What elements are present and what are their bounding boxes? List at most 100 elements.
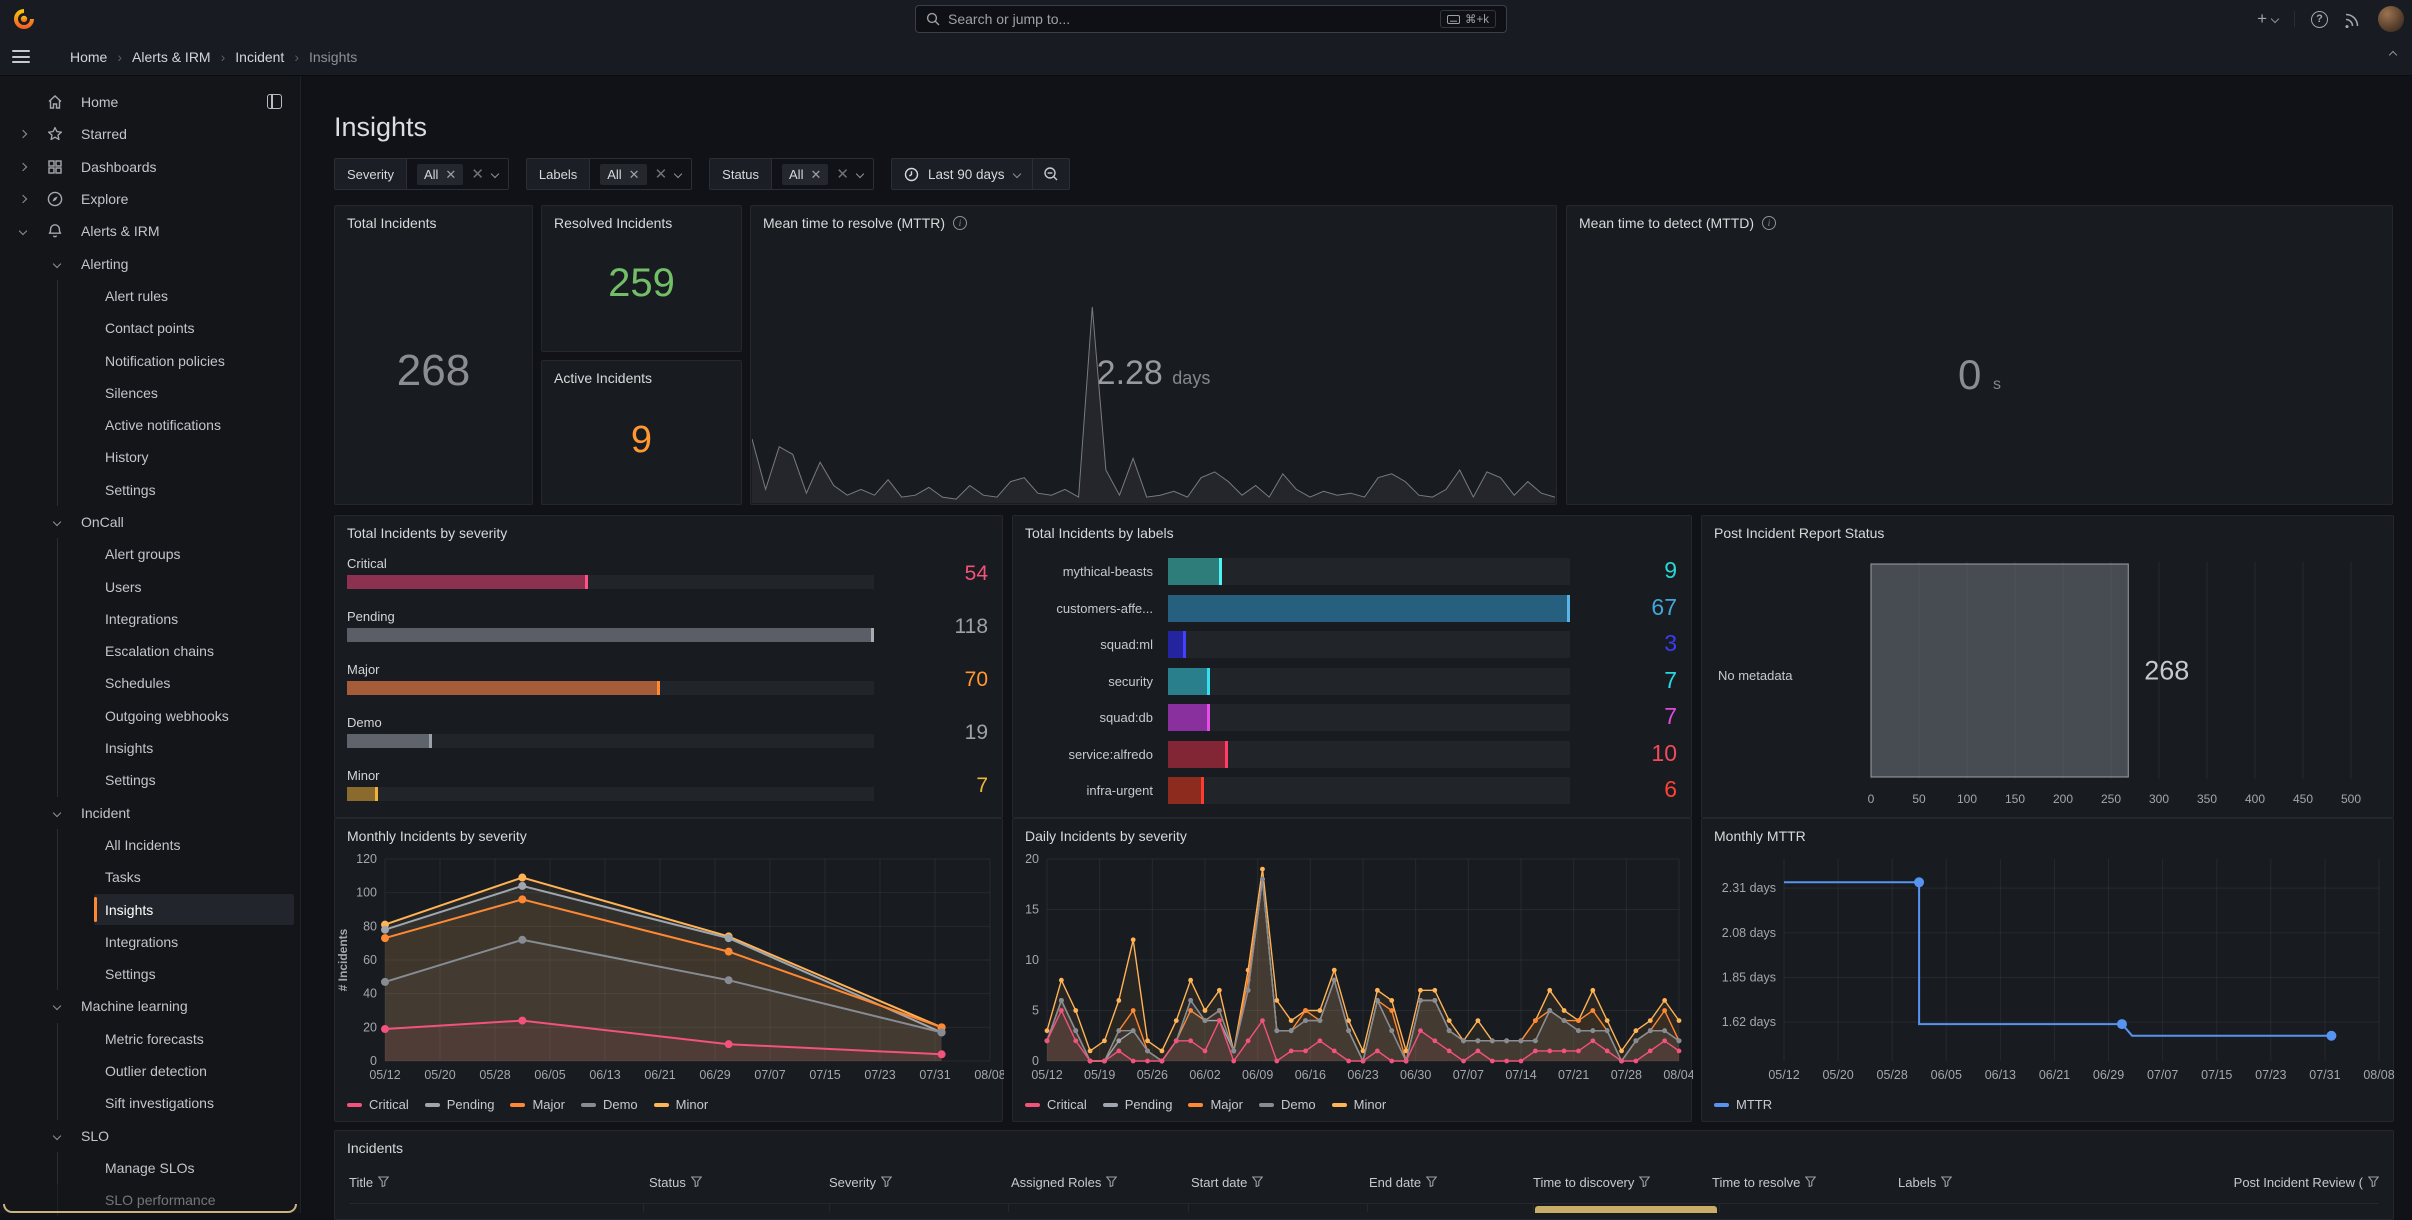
legend-item-mttr[interactable]: MTTR <box>1714 1097 1772 1112</box>
sidebar-item-incident[interactable]: Incident <box>0 797 300 829</box>
dock-menu-icon[interactable] <box>267 94 282 109</box>
sidebar-item-schedules[interactable]: Schedules <box>0 667 300 699</box>
filter-funnel-icon[interactable] <box>378 1175 389 1190</box>
sidebar-item-history[interactable]: History <box>0 441 300 473</box>
add-new-button[interactable]: + <box>2257 9 2278 29</box>
grafana-logo[interactable] <box>11 6 37 32</box>
sidebar-item-explore[interactable]: Explore <box>0 183 300 215</box>
chip-remove-icon[interactable]: ✕ <box>810 168 821 181</box>
filter-funnel-icon[interactable] <box>1639 1175 1650 1190</box>
filter-funnel-icon[interactable] <box>1106 1175 1117 1190</box>
filter-chip[interactable]: All✕ <box>417 164 463 185</box>
table-column-header-assigned-roles[interactable]: Assigned Roles <box>1011 1175 1191 1190</box>
table-column-header-title[interactable]: Title <box>349 1175 649 1190</box>
chevron-down-icon[interactable] <box>491 170 499 178</box>
panel-title[interactable]: Total Incidents <box>347 215 437 231</box>
sidebar-item-settings[interactable]: Settings <box>0 958 300 990</box>
sidebar-item-integrations[interactable]: Integrations <box>0 926 300 958</box>
news-rss-icon[interactable] <box>2344 10 2362 28</box>
collapse-up-icon[interactable] <box>2389 51 2397 59</box>
sidebar-item-integrations[interactable]: Integrations <box>0 603 300 635</box>
search-input[interactable]: Search or jump to... ⌘+k <box>915 5 1507 33</box>
sidebar-item-insights[interactable]: Insights <box>0 893 300 925</box>
legend-item-demo[interactable]: Demo <box>581 1097 638 1112</box>
sidebar-item-silences[interactable]: Silences <box>0 377 300 409</box>
table-column-header-labels[interactable]: Labels <box>1898 1175 2194 1190</box>
sidebar-item-alert-groups[interactable]: Alert groups <box>0 538 300 570</box>
filter-funnel-icon[interactable] <box>881 1175 892 1190</box>
sidebar-item-all-incidents[interactable]: All Incidents <box>0 829 300 861</box>
sidebar-item-metric-forecasts[interactable]: Metric forecasts <box>0 1023 300 1055</box>
sidebar-item-machine-learning[interactable]: Machine learning <box>0 990 300 1022</box>
sidebar-item-notification-policies[interactable]: Notification policies <box>0 344 300 376</box>
sidebar-item-active-notifications[interactable]: Active notifications <box>0 409 300 441</box>
filter-funnel-icon[interactable] <box>2368 1175 2379 1190</box>
filter-funnel-icon[interactable] <box>1426 1175 1437 1190</box>
filter-chip[interactable]: All✕ <box>600 164 646 185</box>
sidebar-item-users[interactable]: Users <box>0 570 300 602</box>
panel-title[interactable]: Total Incidents by severity <box>347 525 507 541</box>
sidebar-item-slo[interactable]: SLO <box>0 1120 300 1152</box>
panel-title[interactable]: Incidents <box>347 1140 403 1156</box>
sidebar-item-outlier-detection[interactable]: Outlier detection <box>0 1055 300 1087</box>
legend-item-critical[interactable]: Critical <box>1025 1097 1087 1112</box>
sidebar-item-dashboards[interactable]: Dashboards <box>0 151 300 183</box>
sidebar-item-tasks[interactable]: Tasks <box>0 861 300 893</box>
sidebar-item-settings[interactable]: Settings <box>0 764 300 796</box>
legend-item-major[interactable]: Major <box>1188 1097 1243 1112</box>
sidebar-item-contact-points[interactable]: Contact points <box>0 312 300 344</box>
filter-value[interactable]: All✕✕ <box>407 159 508 189</box>
time-range-button[interactable]: Last 90 days <box>892 159 1032 189</box>
panel-title[interactable]: Active Incidents <box>554 370 652 386</box>
breadcrumb-item[interactable]: Alerts & IRM <box>132 49 211 65</box>
sidebar-item-alerts-irm[interactable]: Alerts & IRM <box>0 215 300 247</box>
help-icon[interactable]: ? <box>2311 11 2328 28</box>
filter-chip[interactable]: All✕ <box>782 164 828 185</box>
info-icon[interactable]: i <box>1762 216 1776 230</box>
sidebar-item-insights[interactable]: Insights <box>0 732 300 764</box>
sidebar-item-outgoing-webhooks[interactable]: Outgoing webhooks <box>0 700 300 732</box>
panel-title[interactable]: Total Incidents by labels <box>1025 525 1174 541</box>
filter-value[interactable]: All✕ ✕ <box>590 159 691 189</box>
legend-item-minor[interactable]: Minor <box>1332 1097 1387 1112</box>
sidebar-item-home[interactable]: Home <box>0 86 300 118</box>
sidebar-item-manage-slos[interactable]: Manage SLOs <box>0 1152 300 1184</box>
filter-clear-icon[interactable]: ✕ <box>836 167 849 182</box>
user-avatar[interactable] <box>2378 6 2404 32</box>
legend-item-minor[interactable]: Minor <box>654 1097 709 1112</box>
legend-item-critical[interactable]: Critical <box>347 1097 409 1112</box>
sidebar-item-settings[interactable]: Settings <box>0 474 300 506</box>
sidebar-item-alert-rules[interactable]: Alert rules <box>0 280 300 312</box>
legend-item-pending[interactable]: Pending <box>1103 1097 1173 1112</box>
sidebar-item-alerting[interactable]: Alerting <box>0 247 300 279</box>
table-column-header-time-to-discovery[interactable]: Time to discovery <box>1533 1175 1712 1190</box>
chip-remove-icon[interactable]: ✕ <box>445 168 456 181</box>
filter-funnel-icon[interactable] <box>691 1175 702 1190</box>
info-icon[interactable]: i <box>953 216 967 230</box>
chevron-down-icon[interactable] <box>856 170 864 178</box>
table-column-header-end-date[interactable]: End date <box>1369 1175 1533 1190</box>
panel-title[interactable]: Resolved Incidents <box>554 215 672 231</box>
table-column-header-time-to-resolve[interactable]: Time to resolve <box>1712 1175 1898 1190</box>
zoom-out-button[interactable] <box>1032 159 1069 189</box>
filter-clear-icon[interactable]: ✕ <box>655 167 668 182</box>
filter-funnel-icon[interactable] <box>1941 1175 1952 1190</box>
table-column-header-status[interactable]: Status <box>649 1175 829 1190</box>
filter-value[interactable]: All✕✕ <box>772 159 873 189</box>
table-column-header-start-date[interactable]: Start date <box>1191 1175 1369 1190</box>
filter-funnel-icon[interactable] <box>1252 1175 1263 1190</box>
menu-toggle-icon[interactable] <box>12 50 30 63</box>
filter-clear-icon[interactable]: ✕ <box>471 167 484 182</box>
sidebar-item-oncall[interactable]: OnCall <box>0 506 300 538</box>
legend-item-demo[interactable]: Demo <box>1259 1097 1316 1112</box>
breadcrumb-item[interactable]: Home <box>70 49 107 65</box>
legend-item-pending[interactable]: Pending <box>425 1097 495 1112</box>
sidebar-item-starred[interactable]: Starred <box>0 118 300 150</box>
sidebar-item-sift-investigations[interactable]: Sift investigations <box>0 1087 300 1119</box>
chevron-down-icon[interactable] <box>674 170 682 178</box>
breadcrumb-item[interactable]: Incident <box>235 49 284 65</box>
filter-funnel-icon[interactable] <box>1805 1175 1816 1190</box>
panel-title[interactable]: Post Incident Report Status <box>1714 525 1884 541</box>
legend-item-major[interactable]: Major <box>510 1097 565 1112</box>
table-column-header-post-incident-review-[interactable]: Post Incident Review ( <box>2194 1175 2379 1190</box>
